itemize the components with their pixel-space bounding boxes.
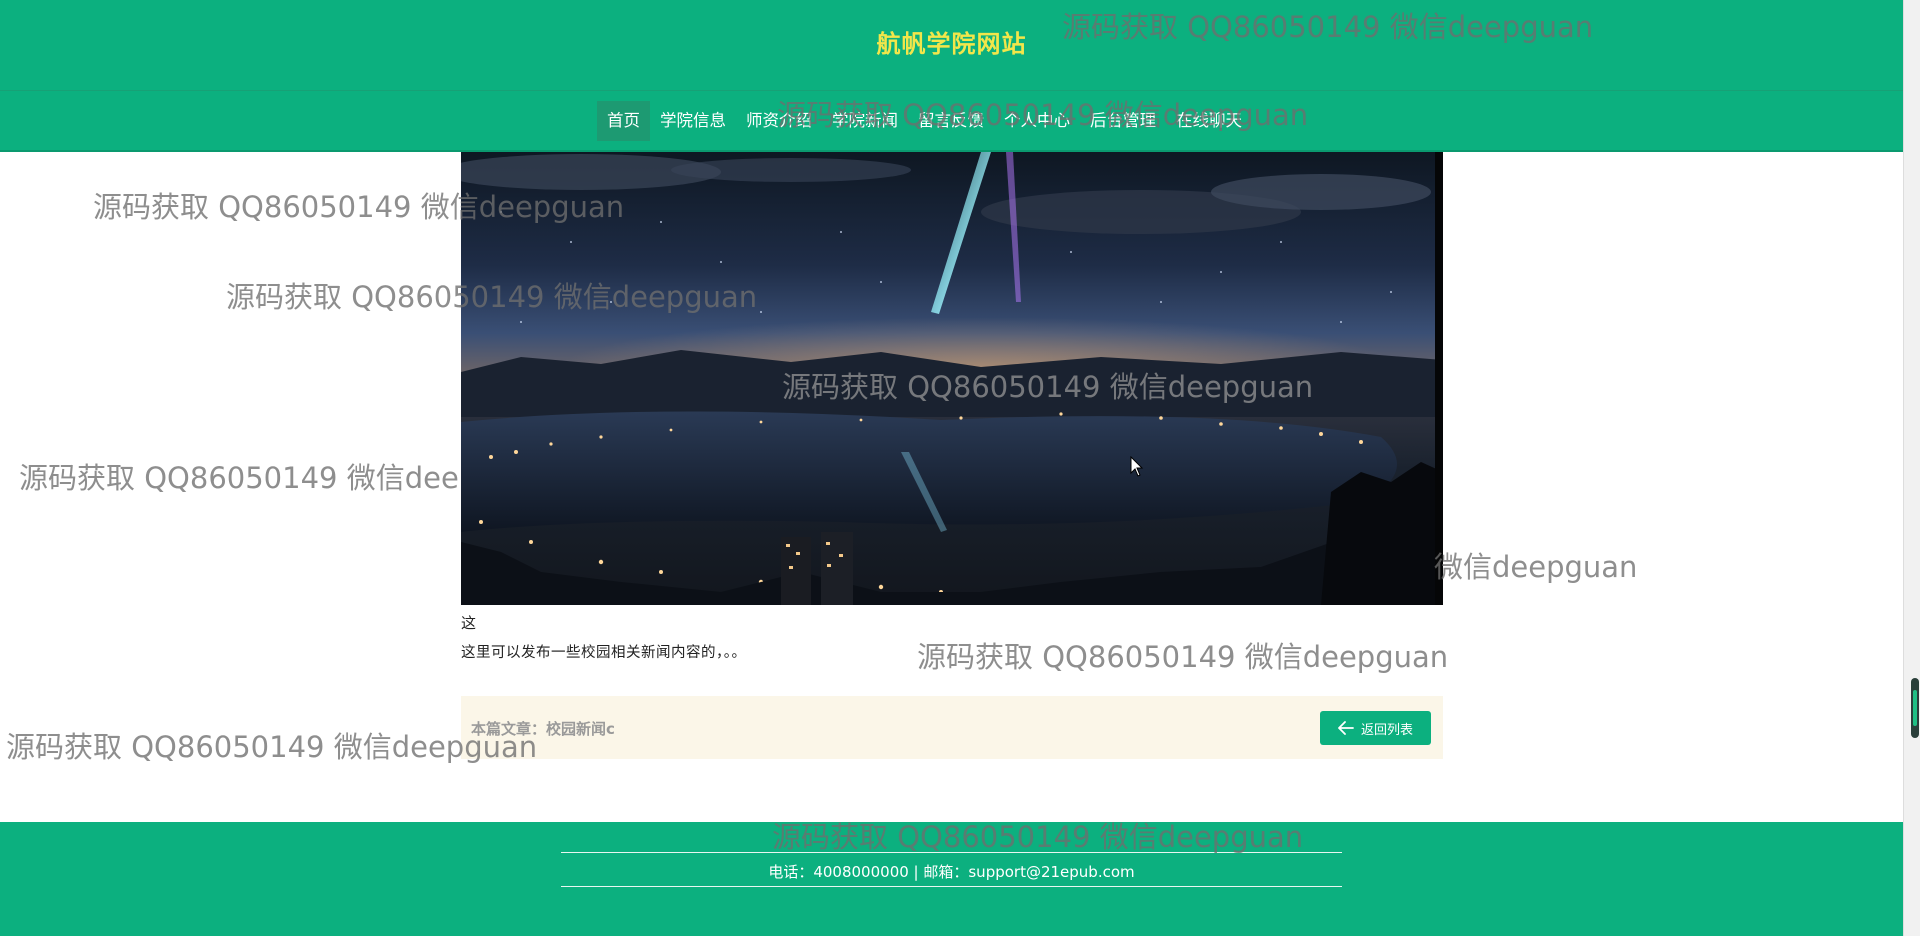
watermark: 源码获取 QQ86050149 微信dee <box>19 461 459 495</box>
watermark: 源码获取 QQ86050149 微信deepguan <box>917 640 1449 674</box>
nav-item-6[interactable]: 后台管理 <box>1080 101 1166 141</box>
mouse-cursor-icon <box>1130 456 1144 477</box>
arrow-left-icon <box>1338 721 1354 735</box>
footer-contact: 电话：4008000000 | 邮箱：support@21epub.com <box>768 863 1135 881</box>
watermark: 源码获取 QQ86050149 微信deepguan <box>6 730 538 764</box>
main-nav: 首页 学院信息 师资介绍 学院新闻 留言反馈 个人中心 后台管理 在线聊天 <box>0 91 1903 152</box>
nav-item-0[interactable]: 首页 <box>597 101 650 141</box>
scrollbar-thumb-highlight <box>1913 690 1917 726</box>
nav-item-7[interactable]: 在线聊天 <box>1166 101 1252 141</box>
nav-item-1[interactable]: 学院信息 <box>650 101 736 141</box>
nav-item-2[interactable]: 师资介绍 <box>736 101 822 141</box>
news-cover-image <box>461 152 1443 605</box>
current-article-label: 本篇文章：校园新闻c <box>471 720 615 738</box>
header-bar: 航帆学院网站 <box>0 0 1903 90</box>
back-to-list-button[interactable]: 返回列表 <box>1320 711 1431 745</box>
article-title: 这 <box>461 614 477 632</box>
back-to-list-label: 返回列表 <box>1360 722 1413 738</box>
nav-item-5[interactable]: 个人中心 <box>994 101 1080 141</box>
footer-bottom-divider <box>561 886 1342 887</box>
site-title[interactable]: 航帆学院网站 <box>0 24 1903 59</box>
watermark: 微信deepguan <box>1434 550 1638 584</box>
article-body: 这里可以发布一些校园相关新闻内容的，。。 <box>461 645 747 661</box>
page-scrollbar[interactable] <box>1903 0 1920 936</box>
nav-item-3[interactable]: 学院新闻 <box>822 101 908 141</box>
article-info-bar: 本篇文章：校园新闻c 返回列表 <box>461 696 1443 759</box>
nav-item-4[interactable]: 留言反馈 <box>908 101 994 141</box>
footer-top-divider <box>561 852 1342 853</box>
nav-items: 首页 学院信息 师资介绍 学院新闻 留言反馈 个人中心 后台管理 在线聊天 <box>597 101 1252 141</box>
